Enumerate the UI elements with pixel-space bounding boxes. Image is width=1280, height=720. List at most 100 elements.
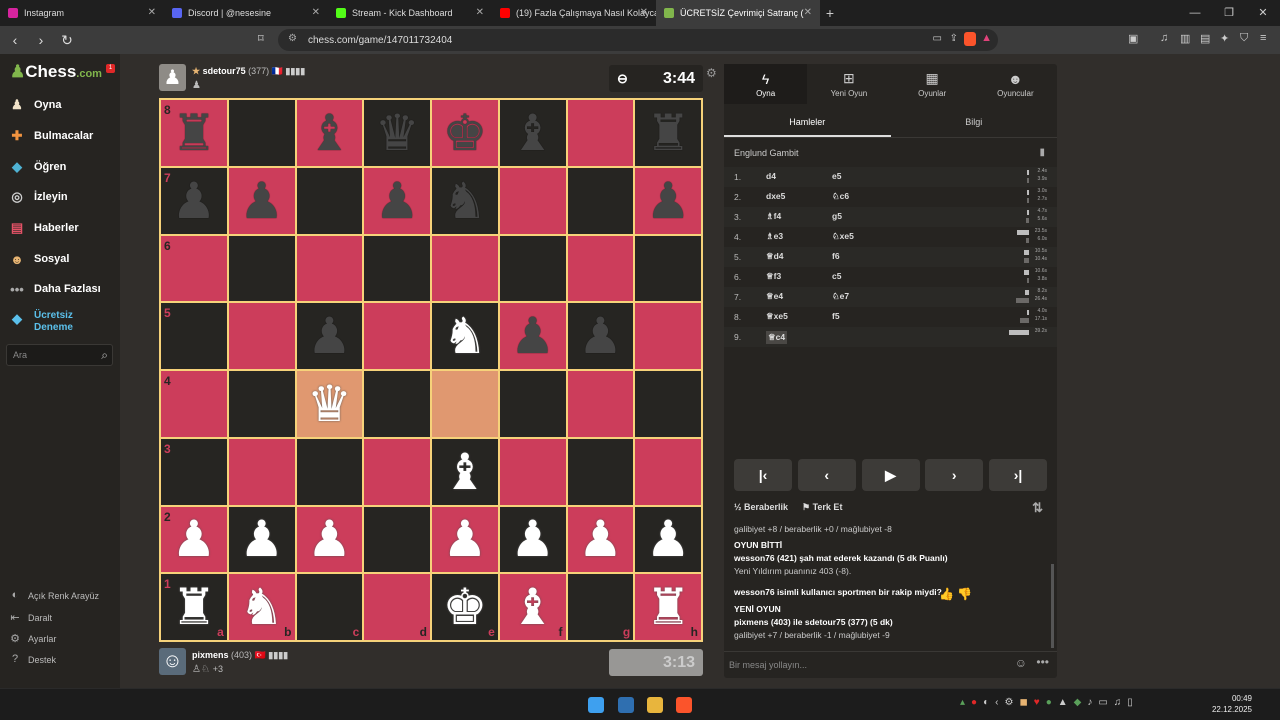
- square-g7[interactable]: [566, 166, 635, 235]
- tray-icon[interactable]: ●: [971, 697, 977, 708]
- vpn-icon[interactable]: ⛉: [1240, 32, 1248, 45]
- minimize-icon[interactable]: —: [1178, 0, 1212, 26]
- player-avatar[interactable]: ☺: [159, 648, 186, 675]
- nav-oyna[interactable]: ♟ Oyna: [8, 92, 61, 118]
- close-tab-icon[interactable]: ✕: [476, 7, 484, 18]
- browser-tab-active[interactable]: ÜCRETSİZ Çevrimiçi Satranç (✕: [656, 0, 820, 26]
- player-name[interactable]: pixmens (403) 🇹🇷 ▮▮▮▮: [192, 650, 288, 661]
- square-f8[interactable]: ♝: [498, 99, 567, 167]
- opening-name[interactable]: Englund Gambit: [734, 148, 799, 158]
- square-b1[interactable]: b ♞: [227, 573, 296, 641]
- square-g5[interactable]: ♟: [566, 302, 635, 370]
- square-b2[interactable]: ♟: [227, 505, 296, 574]
- square-h8[interactable]: ♜: [634, 99, 702, 167]
- square-d4[interactable]: [363, 370, 431, 438]
- tray-icon[interactable]: ◐: [983, 697, 989, 708]
- square-b5[interactable]: [227, 302, 296, 370]
- square-d1[interactable]: d: [363, 573, 431, 641]
- white-pawn-icon[interactable]: ♟: [646, 514, 691, 564]
- bookmark-icon[interactable]: ⌑: [258, 32, 264, 45]
- white-pawn-icon[interactable]: ♟: [307, 514, 352, 564]
- square-d7[interactable]: ♟: [363, 166, 431, 235]
- white-move[interactable]: ♕c4: [766, 331, 788, 344]
- tray-icon[interactable]: ▲: [1058, 697, 1068, 708]
- square-d6[interactable]: [363, 234, 431, 303]
- nav-sosyal[interactable]: ☻ Sosyal: [8, 246, 69, 272]
- tab-oyunlar[interactable]: ▦ Oyunlar: [891, 64, 974, 104]
- black-move[interactable]: g5: [832, 211, 842, 221]
- network-icon[interactable]: ▭: [1098, 697, 1107, 708]
- white-move[interactable]: ♕xe5: [766, 311, 788, 322]
- flip-board-icon[interactable]: ⇅: [1032, 500, 1043, 516]
- black-move[interactable]: f6: [832, 251, 840, 261]
- nav-haberler[interactable]: ▤ Haberler: [8, 215, 79, 241]
- browser-tab[interactable]: Instagram ✕: [0, 0, 164, 26]
- square-b3[interactable]: [227, 437, 296, 506]
- tray-icon[interactable]: ♥: [1034, 697, 1040, 708]
- white-rook-icon[interactable]: ♜: [171, 582, 216, 632]
- back-icon[interactable]: ‹: [4, 32, 26, 48]
- tab-yeni-oyun[interactable]: ⊞ Yeni Oyun: [807, 64, 890, 104]
- brave-shield-icon[interactable]: [964, 32, 976, 46]
- black-pawn-icon[interactable]: ♟: [510, 311, 555, 361]
- square-a8[interactable]: 8 ♜: [160, 99, 228, 167]
- square-d5[interactable]: [363, 302, 431, 370]
- draw-button[interactable]: ½ Beraberlik: [734, 502, 788, 512]
- square-a7[interactable]: 7 ♟: [160, 166, 228, 235]
- square-a4[interactable]: 4: [160, 370, 228, 438]
- black-pawn-icon[interactable]: ♟: [578, 311, 623, 361]
- white-knight-icon[interactable]: ♞: [239, 582, 284, 632]
- nav-collapse[interactable]: ⇤ Daralt: [8, 609, 52, 627]
- browser-tab[interactable]: Discord | @nesesine ✕: [164, 0, 328, 26]
- opponent-name[interactable]: ★ sdetour75 (377) 🇫🇷 ▮▮▮▮: [192, 66, 305, 77]
- black-pawn-icon[interactable]: ♟: [239, 176, 284, 226]
- square-e4[interactable]: [431, 370, 499, 438]
- square-h1[interactable]: h ♜: [634, 573, 702, 641]
- white-move[interactable]: ♕f3: [766, 271, 781, 282]
- nav-izleyin[interactable]: ◎ İzleyin: [8, 184, 67, 210]
- square-h4[interactable]: [634, 370, 702, 438]
- black-pawn-icon[interactable]: ♟: [646, 176, 691, 226]
- nav-settings[interactable]: ⚙ Ayarlar: [8, 630, 56, 648]
- square-h2[interactable]: ♟: [634, 505, 702, 574]
- file-explorer-icon[interactable]: [647, 697, 663, 713]
- square-b4[interactable]: [227, 370, 296, 438]
- square-e5[interactable]: ♞: [431, 302, 499, 370]
- search-icon[interactable]: ⌕: [101, 348, 108, 363]
- white-king-icon[interactable]: ♚: [442, 582, 487, 632]
- black-move[interactable]: ♘xe5: [832, 231, 854, 242]
- media-icon[interactable]: ♫: [1160, 32, 1168, 44]
- black-knight-icon[interactable]: ♞: [442, 176, 487, 226]
- white-bishop-icon[interactable]: ♝: [510, 582, 555, 632]
- black-bishop-icon[interactable]: ♝: [510, 108, 555, 158]
- brave-icon[interactable]: [676, 697, 692, 713]
- new-tab-button[interactable]: +: [820, 5, 840, 21]
- tray-icon[interactable]: ●: [1046, 697, 1052, 708]
- browser-tab[interactable]: (19) Fazla Çalışmaya Nasıl Kolayca İka✕: [492, 0, 656, 26]
- more-options-icon[interactable]: •••: [1036, 655, 1049, 669]
- square-c3[interactable]: [295, 437, 364, 506]
- white-pawn-icon[interactable]: ♟: [578, 514, 623, 564]
- forward-icon[interactable]: ›: [30, 32, 52, 48]
- chess-logo[interactable]: ♟Chess.com: [10, 62, 102, 82]
- black-move[interactable]: ♘e7: [832, 291, 849, 302]
- square-g1[interactable]: g: [566, 573, 635, 641]
- white-move[interactable]: ♕e4: [766, 291, 783, 302]
- tray-icon[interactable]: ⚙: [1004, 697, 1013, 708]
- square-g6[interactable]: [566, 234, 635, 303]
- square-f4[interactable]: [498, 370, 567, 438]
- close-window-icon[interactable]: ✕: [1246, 0, 1280, 26]
- microphone-icon[interactable]: ♪: [1087, 697, 1092, 708]
- square-g3[interactable]: [566, 437, 635, 506]
- book-icon[interactable]: ▮: [1039, 147, 1045, 158]
- black-rook-icon[interactable]: ♜: [646, 108, 691, 158]
- square-d2[interactable]: [363, 505, 431, 574]
- square-g4[interactable]: [566, 370, 635, 438]
- square-f7[interactable]: [498, 166, 567, 235]
- white-move[interactable]: dxe5: [766, 191, 785, 201]
- browser-tab[interactable]: Stream - Kick Dashboard ✕: [328, 0, 492, 26]
- next-move-button[interactable]: ›: [925, 459, 984, 491]
- square-h6[interactable]: [634, 234, 702, 303]
- square-c1[interactable]: c: [295, 573, 364, 641]
- black-move[interactable]: c5: [832, 271, 841, 281]
